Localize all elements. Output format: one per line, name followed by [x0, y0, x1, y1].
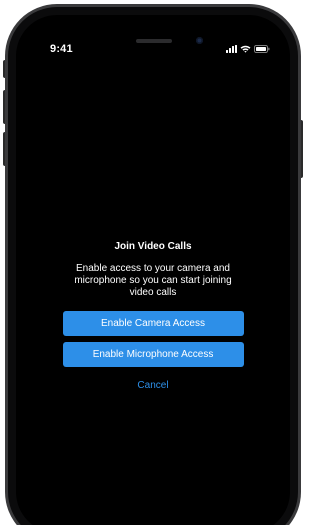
permission-dialog: Join Video Calls Enable access to your c… — [16, 240, 290, 393]
device-mockup: 9:41 Join Video Calls Enable access to y… — [0, 0, 304, 525]
phone-frame: 9:41 Join Video Calls Enable access to y… — [5, 4, 301, 525]
enable-camera-button[interactable]: Enable Camera Access — [62, 311, 244, 336]
status-time: 9:41 — [50, 43, 73, 55]
dialog-body: Enable access to your camera and microph… — [74, 263, 232, 298]
dialog-title: Join Video Calls — [114, 241, 192, 252]
status-icons — [226, 43, 270, 55]
enable-microphone-button[interactable]: Enable Microphone Access — [62, 342, 244, 367]
front-camera — [196, 37, 203, 44]
wifi-icon — [240, 45, 251, 53]
cancel-button[interactable]: Cancel — [137, 379, 168, 393]
phone-screen: 9:41 Join Video Calls Enable access to y… — [16, 15, 290, 525]
cellular-signal-icon — [226, 45, 237, 53]
status-bar: 9:41 — [16, 15, 290, 55]
phone-bezel: 9:41 Join Video Calls Enable access to y… — [8, 7, 298, 525]
earpiece-speaker — [136, 39, 172, 43]
battery-icon — [254, 45, 270, 53]
